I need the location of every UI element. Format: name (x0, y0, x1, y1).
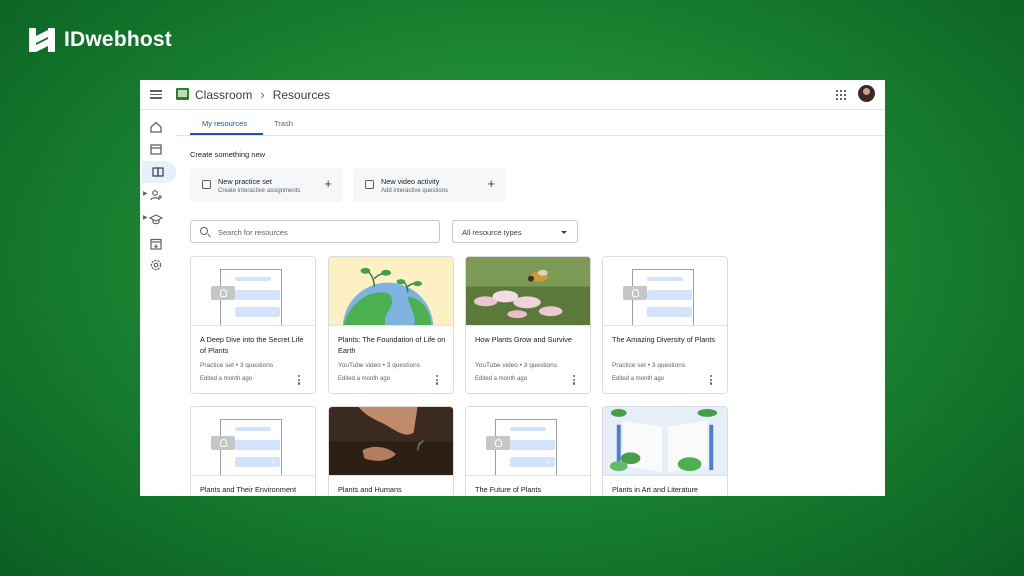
breadcrumb: Classroom › Resources (195, 87, 330, 102)
menu-icon[interactable] (150, 88, 162, 100)
search-icon (200, 227, 208, 235)
resource-card[interactable]: ✓ A Deep Dive into the Secret Life of Pl… (190, 256, 316, 394)
earth-plants-thumbnail (329, 257, 453, 326)
practice-set-thumbnail: ✓ (191, 257, 315, 326)
search-input[interactable]: Search for resources (190, 220, 440, 243)
resource-edited: Edited a month ago (475, 376, 528, 382)
expand-caret-icon[interactable]: ▶ (143, 190, 148, 197)
resource-meta: YouTube video • 3 questions (338, 362, 421, 369)
resource-type-select[interactable]: All resource types (452, 220, 578, 243)
more-options-icon[interactable] (710, 375, 713, 386)
resource-card[interactable]: Plants and Humans (328, 406, 454, 496)
page-title: Resources (272, 87, 331, 102)
add-icon[interactable]: + (324, 176, 332, 191)
breadcrumb-app[interactable]: Classroom (195, 88, 252, 102)
idwebhost-logo-icon (29, 28, 55, 52)
resource-title[interactable]: Plants in Art and Literature (612, 485, 720, 496)
resource-edited: Edited a month ago (338, 376, 391, 382)
home-icon[interactable] (149, 120, 163, 134)
resource-card[interactable]: ✓ The Future of Plants (465, 406, 591, 496)
new-video-activity-card[interactable]: New video activity Add interactive quest… (353, 168, 505, 202)
resource-title[interactable]: Plants and Humans (338, 485, 446, 496)
add-icon[interactable]: + (487, 176, 495, 191)
hands-soil-thumbnail (329, 407, 453, 476)
book-leaves-thumbnail (603, 407, 727, 476)
resource-title[interactable]: A Deep Dive into the Secret Life of Plan… (200, 335, 308, 356)
create-section-title: Create something new (190, 150, 266, 159)
resource-edited: Edited a month ago (200, 376, 253, 382)
video-icon (365, 180, 374, 189)
practice-set-thumbnail: ✓ (191, 407, 315, 476)
create-card-subtitle: Create interactive assignments (218, 188, 301, 194)
resource-card[interactable]: Plants: The Foundation of Life on Earth … (328, 256, 454, 394)
resource-title[interactable]: How Plants Grow and Survive (475, 335, 583, 346)
lightbulb-icon (623, 286, 647, 300)
active-tab-indicator (190, 133, 263, 135)
search-placeholder: Search for resources (218, 228, 288, 237)
new-practice-set-card[interactable]: New practice set Create interactive assi… (190, 168, 342, 202)
classroom-window: Classroom › Resources ▶ ▶ My resources T… (140, 80, 885, 496)
practice-set-thumbnail: ✓ (603, 257, 727, 326)
breadcrumb-separator: › (260, 87, 265, 102)
dropdown-arrow-icon (561, 231, 567, 234)
tab-trash[interactable]: Trash (274, 119, 293, 128)
resource-meta: YouTube video • 3 questions (475, 362, 558, 369)
more-options-icon[interactable] (436, 375, 439, 386)
resource-card[interactable]: How Plants Grow and Survive YouTube vide… (465, 256, 591, 394)
lightbulb-icon (211, 286, 235, 300)
more-options-icon[interactable] (573, 375, 576, 386)
school-icon[interactable] (149, 212, 163, 226)
create-card-title: New video activity (381, 177, 440, 186)
resource-card[interactable]: ✓ The Amazing Diversity of Plants Practi… (602, 256, 728, 394)
avatar[interactable] (858, 85, 875, 102)
archive-icon[interactable] (149, 237, 163, 251)
brand-logo: IDwebhost (28, 26, 172, 54)
more-options-icon[interactable] (298, 375, 301, 386)
create-card-title: New practice set (218, 177, 272, 186)
resource-title[interactable]: The Future of Plants (475, 485, 583, 496)
tab-my-resources[interactable]: My resources (202, 119, 247, 128)
resource-card[interactable]: Plants in Art and Literature (602, 406, 728, 496)
bee-flowers-thumbnail (466, 257, 590, 326)
resource-meta: Practice set • 3 questions (200, 362, 274, 369)
brand-name: IDwebhost (64, 28, 172, 51)
lightbulb-icon (486, 436, 510, 450)
resource-card[interactable]: ✓ Plants and Their Environment (190, 406, 316, 496)
create-card-subtitle: Add interactive questions (381, 188, 449, 194)
top-bar: Classroom › Resources (140, 80, 885, 110)
tab-bar: My resources Trash (176, 110, 885, 136)
resource-title[interactable]: Plants and Their Environment (200, 485, 308, 496)
lightbulb-icon (211, 436, 235, 450)
nav-item-resources[interactable] (142, 161, 176, 183)
settings-icon[interactable] (149, 258, 163, 272)
resource-title[interactable]: Plants: The Foundation of Life on Earth (338, 335, 446, 356)
practice-set-thumbnail: ✓ (466, 407, 590, 476)
resource-title[interactable]: The Amazing Diversity of Plants (612, 335, 720, 346)
people-icon[interactable] (149, 188, 163, 202)
expand-caret-icon[interactable]: ▶ (143, 214, 148, 221)
resource-edited: Edited a month ago (612, 376, 665, 382)
resource-meta: Practice set • 3 questions (612, 362, 686, 369)
nav-rail: ▶ ▶ (140, 110, 176, 496)
resource-type-selected: All resource types (462, 228, 522, 237)
checkbox-doc-icon (202, 180, 211, 189)
classroom-logo-icon[interactable] (176, 88, 189, 100)
apps-grid-icon[interactable] (836, 90, 846, 100)
calendar-icon[interactable] (149, 142, 163, 156)
resources-icon (152, 167, 164, 177)
